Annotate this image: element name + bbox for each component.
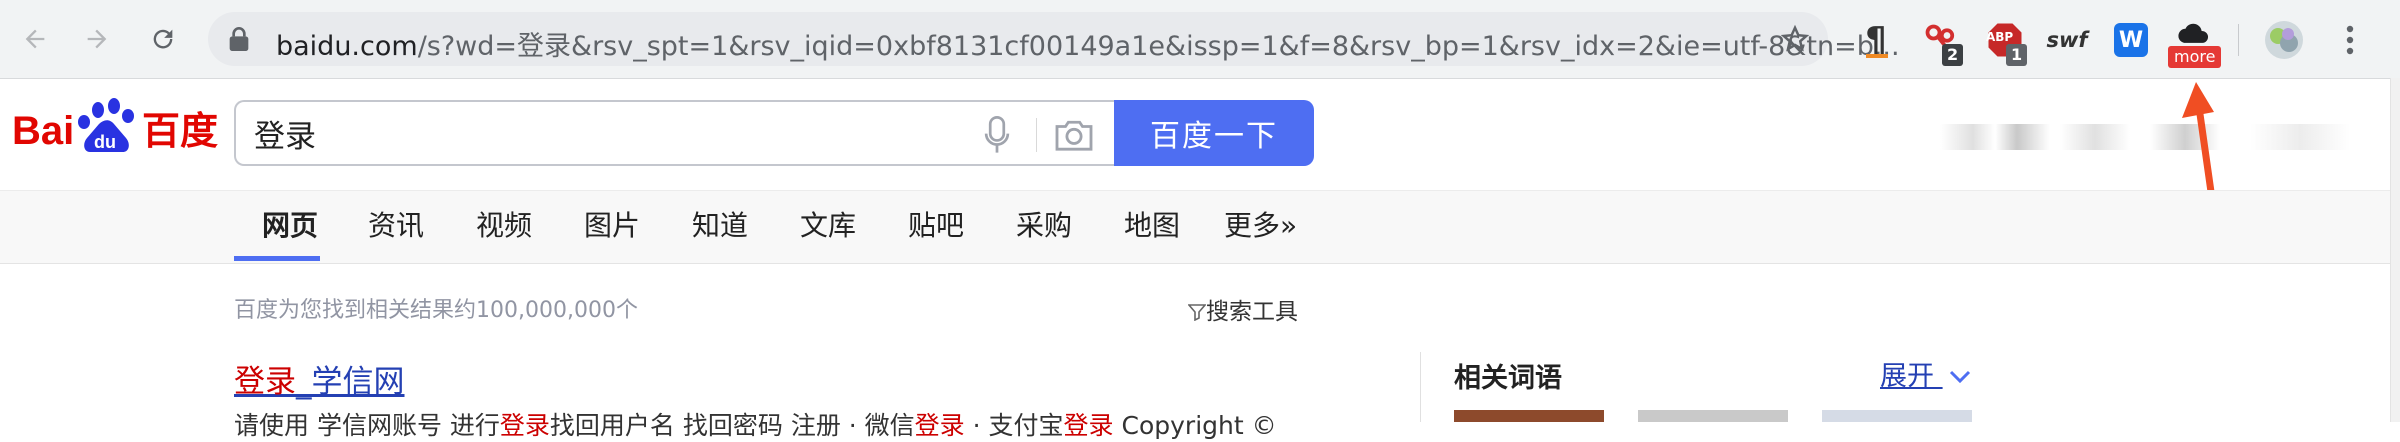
result-title-rest: _学信网 xyxy=(296,364,405,400)
back-button[interactable] xyxy=(14,18,56,60)
filter-funnel-icon xyxy=(1187,304,1207,322)
w-label: W xyxy=(2118,27,2144,53)
svg-text:du: du xyxy=(94,132,116,152)
orange-underline xyxy=(1866,54,1888,58)
result-stats: 百度为您找到相关结果约100,000,000个 xyxy=(234,298,638,323)
avatar-icon xyxy=(2265,21,2303,59)
related-thumbnail[interactable] xyxy=(1638,410,1788,422)
browser-menu-button[interactable] xyxy=(2338,18,2362,62)
forward-arrow-icon xyxy=(87,29,107,49)
svg-text:百度: 百度 xyxy=(142,109,218,153)
snippet-keyword: 登录 xyxy=(1063,411,1114,440)
adblock-label: ABP xyxy=(1986,30,2014,44)
scrollbar[interactable] xyxy=(2390,78,2400,422)
snippet-part: · 支付宝 xyxy=(964,411,1064,440)
w-logo-icon: W xyxy=(2114,23,2148,57)
expand-label: 展开 xyxy=(1880,361,1934,392)
tab-video[interactable]: 视频 xyxy=(476,204,532,244)
w-extension[interactable]: W xyxy=(2112,18,2150,62)
chevron-down-icon xyxy=(1949,370,1970,384)
tab-map[interactable]: 地图 xyxy=(1124,204,1180,244)
microphone-icon[interactable] xyxy=(982,116,1012,154)
svg-text:Bai: Bai xyxy=(12,109,74,153)
red-scissors-extension[interactable]: 2 xyxy=(1918,18,1964,66)
address-bar[interactable]: baidu.com/s?wd=登录&rsv_spt=1&rsv_iqid=0xb… xyxy=(208,12,1900,66)
tab-images[interactable]: 图片 xyxy=(584,204,640,244)
paragraph-extension[interactable]: ¶ xyxy=(1858,18,1894,62)
adblock-extension[interactable]: ABP 1 xyxy=(1982,18,2028,66)
reload-button[interactable] xyxy=(142,18,184,60)
back-arrow-icon xyxy=(25,29,45,49)
kebab-menu-icon xyxy=(2346,25,2354,55)
toolbar-divider xyxy=(2238,24,2239,56)
tab-web[interactable]: 网页 xyxy=(262,204,318,244)
camera-icon[interactable] xyxy=(1054,118,1094,152)
more-badge: more xyxy=(2168,46,2222,68)
related-thumbnail[interactable] xyxy=(1822,410,1972,422)
lock-icon xyxy=(229,27,249,51)
swf-label: swf xyxy=(2046,28,2088,52)
cloud-icon xyxy=(2178,23,2209,43)
sidebar-divider xyxy=(1420,352,1421,422)
related-thumbnail[interactable] xyxy=(1454,410,1604,422)
search-button[interactable]: 百度一下 xyxy=(1114,100,1314,166)
result-title-keyword: 登录 xyxy=(234,364,296,400)
snippet-keyword: 登录 xyxy=(499,411,550,440)
tab-zhidao[interactable]: 知道 xyxy=(692,204,748,244)
profile-avatar[interactable] xyxy=(2262,18,2306,62)
blurred-user-link[interactable] xyxy=(1940,124,2050,150)
search-input[interactable] xyxy=(252,114,956,152)
url-text: baidu.com/s?wd=登录&rsv_spt=1&rsv_iqid=0xb… xyxy=(276,24,1900,63)
swf-extension[interactable]: swf xyxy=(2046,18,2088,62)
blurred-product-link[interactable] xyxy=(2250,124,2350,150)
snippet-part: 找回用户名 找回密码 注册 · 微信 xyxy=(549,411,915,440)
tabs-bar xyxy=(0,190,2400,264)
red-extension-badge: 2 xyxy=(1942,44,1964,66)
baidu-logo[interactable]: Bai du 百度 xyxy=(12,92,222,164)
url-host: baidu.com xyxy=(276,31,418,62)
snippet-keyword: 登录 xyxy=(914,411,965,440)
tab-news[interactable]: 资讯 xyxy=(368,204,424,244)
snippet-part: 请使用 学信网账号 进行 xyxy=(234,411,500,440)
search-box xyxy=(234,100,1114,166)
tab-purchase[interactable]: 采购 xyxy=(1016,204,1072,244)
tab-more[interactable]: 更多» xyxy=(1224,204,1297,244)
snippet-part: Copyright © xyxy=(1113,411,1277,440)
browser-toolbar: baidu.com/s?wd=登录&rsv_spt=1&rsv_iqid=0xb… xyxy=(0,0,2400,79)
blurred-settings-link[interactable] xyxy=(2150,124,2220,150)
blurred-message-link[interactable] xyxy=(2060,124,2130,150)
search-tools-label: 搜索工具 xyxy=(1206,299,1298,325)
bookmark-star-icon[interactable] xyxy=(1780,24,1810,54)
related-words-heading: 相关词语 xyxy=(1454,363,1562,394)
search-tools-button[interactable]: 搜索工具 xyxy=(1187,292,1298,326)
result-title-link[interactable]: 登录_学信网 xyxy=(234,356,405,401)
url-path: /s?wd=登录&rsv_spt=1&rsv_iqid=0xbf8131cf00… xyxy=(417,31,1900,62)
adblock-badge: 1 xyxy=(2006,44,2028,66)
forward-button[interactable] xyxy=(76,18,118,60)
result-snippet: 请使用 学信网账号 进行登录找回用户名 找回密码 注册 · 微信登录 · 支付宝… xyxy=(234,406,1277,442)
expand-link[interactable]: 展开 xyxy=(1880,354,1971,393)
search-divider xyxy=(1036,118,1037,152)
tab-tieba[interactable]: 贴吧 xyxy=(908,204,964,244)
active-tab-indicator xyxy=(234,256,320,261)
reload-icon xyxy=(153,29,173,49)
tab-wenku[interactable]: 文库 xyxy=(800,204,856,244)
